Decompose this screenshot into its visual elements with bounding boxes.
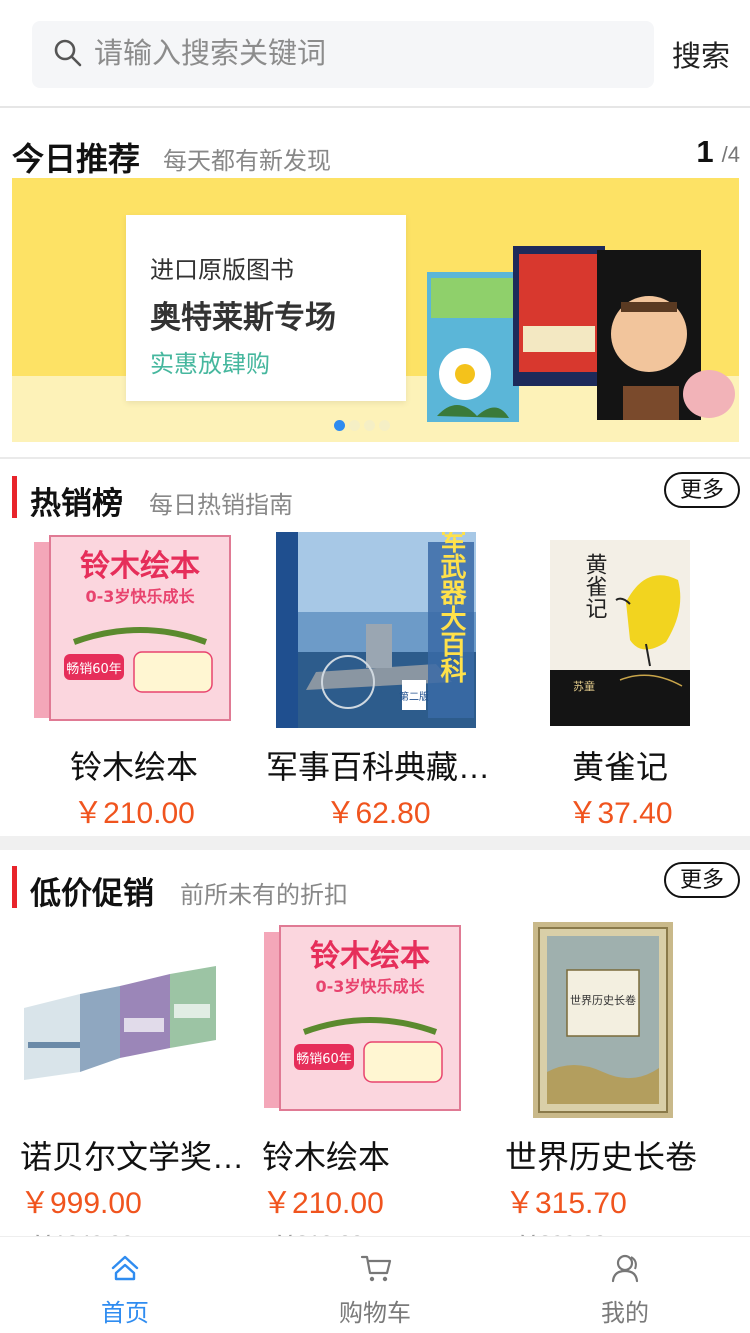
banner-line3: 实惠放肆购 [150,351,270,378]
cover-title: 海军武器大百科 [436,532,467,683]
search-box[interactable] [32,21,654,88]
promo-product-card[interactable]: 诺贝尔文学奖… ￥999.00 ￥1249.00 [20,922,260,1256]
product-price: ￥210.00 [262,1187,384,1220]
tab-home[interactable]: 首页 [0,1237,250,1333]
banner-books-illustration [427,246,735,422]
product-name: 军事百科典藏… [265,749,490,785]
book-cover-image: 黄雀记 苏童 [550,540,690,726]
user-icon [611,1254,639,1283]
promo-header: 低价促销 前所未有的折扣 更多 [12,862,740,911]
product-name: 黄雀记 [571,749,668,785]
tab-mine[interactable]: 我的 [500,1237,750,1333]
search-button[interactable]: 搜索 [672,33,730,75]
hot-product-card[interactable]: 海军武器大百科 第二版 军事百科典藏… ￥62.80 [258,530,498,830]
banner-line1: 进口原版图书 [150,257,294,284]
divider [0,457,750,459]
tab-cart[interactable]: 购物车 [250,1237,500,1333]
promo-banner[interactable]: 进口原版图书 奥特莱斯专场 实惠放肆购 [12,178,739,442]
cover-title: 黄雀记 [582,553,608,619]
cover-author: 苏童 [573,679,595,693]
book-cover-image: 铃木绘本 0-3岁快乐成长 畅销60年 [264,925,461,1111]
tab-label: 购物车 [339,1300,411,1327]
banner-line2: 奥特莱斯专场 [150,300,336,335]
tab-label: 我的 [601,1300,649,1327]
home-icon [111,1255,139,1281]
product-price: ￥999.00 [20,1187,142,1220]
cover-title: 铃木绘本 [310,939,430,974]
tab-label: 首页 [101,1300,149,1327]
cover-subtitle: 0-3岁快乐成长 [86,587,196,606]
section-divider [0,836,750,850]
hot-more-button[interactable]: 更多 [664,472,740,508]
hot-product-card[interactable]: 铃木绘本 0-3岁快乐成长 畅销60年 铃木绘本 ￥210.00 [14,530,254,830]
cover-subtitle: 0-3岁快乐成长 [316,977,426,996]
recommend-header: 今日推荐 每天都有新发现 1/4 [12,132,740,177]
bottom-tab-bar: 首页 购物车 我的 [0,1236,750,1333]
product-price: ￥62.80 [325,797,431,830]
product-price: ￥210.00 [73,797,195,830]
product-name: 世界历史长卷 [505,1139,698,1175]
promo-product-card[interactable]: 世界历史长卷 世界历史长卷 ￥315.70 ￥399.00 [505,922,745,1256]
cover-badge: 畅销60年 [66,662,122,677]
hot-header: 热销榜 每日热销指南 更多 [12,472,740,521]
product-price: ￥315.70 [505,1187,627,1220]
banner-dot[interactable] [364,420,375,431]
banner-dots [334,418,394,436]
banner-dot[interactable] [334,420,345,431]
hot-title: 热销榜 [30,486,123,521]
book-cover-image: 世界历史长卷 [533,922,673,1118]
promo-more-button[interactable]: 更多 [664,862,740,898]
banner-page-current: 1 [696,134,714,169]
search-header: 搜索 [0,0,750,108]
search-input[interactable] [94,21,634,88]
book-cover-image: 铃木绘本 0-3岁快乐成长 畅销60年 [34,535,231,721]
section-accent-bar [12,866,17,908]
banner-page-indicator: 1/4 [696,134,740,170]
hot-product-card[interactable]: 黄雀记 苏童 黄雀记 ￥37.40 [500,530,740,830]
book-cover-image [24,966,216,1080]
cart-icon [360,1255,392,1282]
search-icon [54,39,82,67]
cover-title: 铃木绘本 [80,549,200,584]
promo-product-card[interactable]: 铃木绘本 0-3岁快乐成长 畅销60年 铃木绘本 ￥210.00 ￥210.00 [262,922,502,1256]
cover-badge: 畅销60年 [296,1052,352,1067]
cover-title: 世界历史长卷 [570,993,636,1007]
product-name: 诺贝尔文学奖… [20,1139,245,1175]
banner-dot[interactable] [349,420,360,431]
banner-page-total: /4 [721,142,740,167]
promo-title: 低价促销 [30,876,154,911]
section-accent-bar [12,476,17,518]
banner-dot[interactable] [379,420,390,431]
product-name: 铃木绘本 [69,749,198,785]
recommend-title: 今日推荐 [12,141,141,177]
product-name: 铃木绘本 [262,1139,391,1175]
recommend-subtitle: 每天都有新发现 [163,148,331,175]
cover-subtitle: 第二版 [399,690,429,703]
promo-subtitle: 前所未有的折扣 [180,882,348,909]
book-cover-image: 海军武器大百科 第二版 [276,532,476,728]
product-price: ￥37.40 [567,797,673,830]
hot-subtitle: 每日热销指南 [149,492,293,519]
